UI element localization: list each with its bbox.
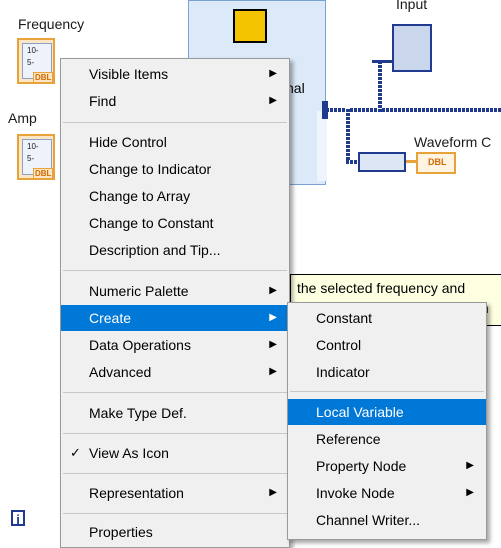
signal-wire-down[interactable] (346, 108, 350, 164)
menu-item-label: Data Operations (89, 337, 191, 353)
menu-separator (290, 391, 484, 392)
submenu-item-invoke-node[interactable]: Invoke Node ▶ (288, 480, 486, 506)
menu-item-label: Find (89, 93, 117, 109)
context-menu: Visible Items ▶ Find ▶ Hide Control Change… (60, 58, 290, 548)
menu-item-label: Properties (89, 524, 153, 540)
frequency-label: Frequency (18, 16, 85, 32)
menu-item-label: Change to Array (89, 188, 191, 204)
submenu-item-constant[interactable]: Constant (288, 305, 486, 331)
signal-wire-up[interactable] (378, 60, 382, 112)
menu-separator (63, 473, 287, 474)
menu-item-label: Hide Control (89, 134, 167, 150)
menu-item-numeric-palette[interactable]: Numeric Palette ▶ (61, 278, 289, 304)
menu-item-label: Make Type Def. (89, 405, 187, 421)
express-vi-terminal (317, 111, 327, 181)
menu-separator (63, 433, 287, 434)
submenu-item-label: Invoke Node (316, 485, 395, 501)
menu-item-properties[interactable]: Properties (61, 519, 289, 545)
submenu-item-label: Local Variable (316, 404, 404, 420)
input-label: Input (396, 0, 428, 12)
submenu-arrow-icon: ▶ (269, 285, 277, 296)
menu-item-representation[interactable]: Representation ▶ (61, 480, 289, 506)
submenu-arrow-icon: ▶ (269, 339, 277, 350)
submenu-item-label: Reference (316, 431, 381, 447)
menu-item-visible-items[interactable]: Visible Items ▶ (61, 61, 289, 87)
menu-separator (63, 122, 287, 123)
menu-separator (63, 270, 287, 271)
menu-item-change-to-array[interactable]: Change to Array (61, 183, 289, 209)
waveform-indicator[interactable]: DBL (416, 152, 456, 174)
node-terminal (322, 101, 328, 119)
submenu-item-channel-writer[interactable]: Channel Writer... (288, 507, 486, 533)
submenu-item-control[interactable]: Control (288, 332, 486, 358)
menu-item-label: Create (89, 310, 132, 326)
submenu-item-property-node[interactable]: Property Node ▶ (288, 453, 486, 479)
menu-item-label: Description and Tip... (89, 242, 221, 258)
convert-node-icon[interactable] (358, 152, 406, 172)
menu-item-hide-control[interactable]: Hide Control (61, 129, 289, 155)
menu-item-label: Visible Items (89, 66, 169, 82)
menu-item-change-to-constant[interactable]: Change to Constant (61, 210, 289, 236)
dbl-tag: DBL (33, 72, 54, 83)
wire (406, 160, 416, 163)
menu-item-make-type-def[interactable]: Make Type Def. (61, 400, 289, 426)
signal-wire[interactable] (326, 108, 501, 112)
amplitude-control[interactable]: 10- 5- DBL (17, 134, 55, 180)
menu-item-label: Representation (89, 485, 184, 501)
tip-line-1: the selected frequency and (297, 280, 466, 296)
menu-item-label: View As Icon (89, 445, 169, 461)
submenu-item-label: Control (316, 337, 362, 353)
info-icon[interactable]: i (11, 510, 25, 527)
menu-item-create[interactable]: Create ▶ (61, 305, 289, 331)
menu-item-description-and-tip[interactable]: Description and Tip... (61, 237, 289, 263)
menu-item-advanced[interactable]: Advanced ▶ (61, 359, 289, 385)
menu-item-label: Change to Indicator (89, 161, 212, 177)
submenu-item-label: Property Node (316, 458, 407, 474)
submenu-arrow-icon: ▶ (269, 366, 277, 377)
submenu-item-label: Constant (316, 310, 373, 326)
menu-item-change-to-indicator[interactable]: Change to Indicator (61, 156, 289, 182)
submenu-item-local-variable[interactable]: Local Variable (288, 399, 486, 425)
menu-item-data-operations[interactable]: Data Operations ▶ (61, 332, 289, 358)
wire (372, 60, 392, 63)
menu-item-find[interactable]: Find ▶ (61, 88, 289, 114)
submenu-arrow-icon: ▶ (269, 95, 277, 106)
submenu-arrow-icon: ▶ (269, 68, 277, 79)
submenu-arrow-icon: ▶ (466, 487, 474, 498)
waveform-generator-icon (233, 9, 267, 43)
menu-item-label: Advanced (89, 364, 152, 380)
submenu-arrow-icon: ▶ (466, 460, 474, 471)
submenu-item-label: Indicator (316, 364, 370, 380)
checkmark-icon: ✓ (70, 445, 81, 460)
submenu-item-label: Channel Writer... (316, 512, 421, 528)
menu-separator (63, 392, 287, 393)
submenu-item-indicator[interactable]: Indicator (288, 359, 486, 385)
waveform-label: Waveform C (414, 134, 492, 150)
submenu-item-reference[interactable]: Reference (288, 426, 486, 452)
menu-item-label: Change to Constant (89, 215, 214, 231)
graph-indicator-icon[interactable] (392, 24, 432, 72)
menu-item-view-as-icon[interactable]: ✓ View As Icon (61, 440, 289, 466)
dbl-tag: DBL (33, 168, 54, 179)
create-submenu: Constant Control Indicator Local Variabl… (287, 302, 487, 540)
submenu-arrow-icon: ▶ (269, 487, 277, 498)
submenu-arrow-icon: ▶ (269, 312, 277, 323)
menu-item-label: Numeric Palette (89, 283, 189, 299)
amplitude-label: Amp (8, 110, 37, 126)
dbl-tag: DBL (428, 157, 447, 167)
menu-separator (63, 513, 287, 514)
frequency-control[interactable]: 10- 5- DBL (17, 38, 55, 84)
